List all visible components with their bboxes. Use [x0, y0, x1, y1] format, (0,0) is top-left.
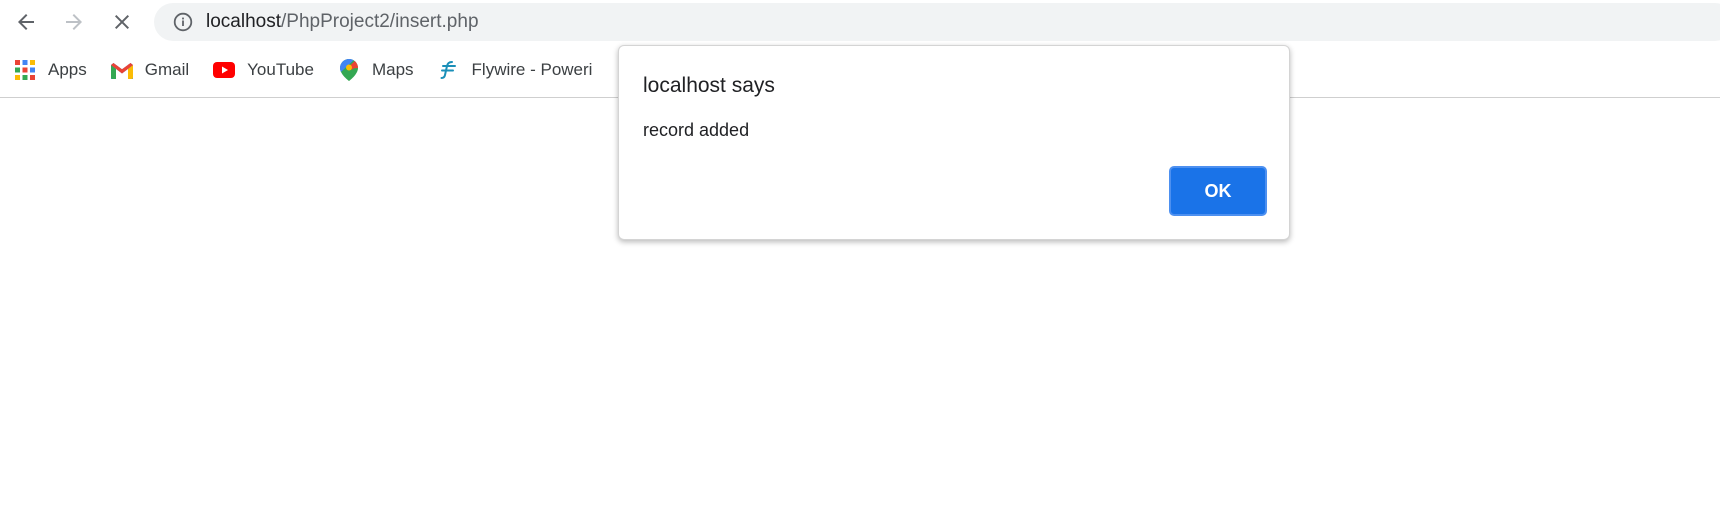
stop-button[interactable] — [106, 6, 138, 38]
maps-pin-icon — [338, 59, 360, 81]
bookmark-maps[interactable]: Maps — [324, 54, 424, 86]
url-path: /PhpProject2/insert.php — [281, 11, 479, 32]
url-host: localhost — [206, 11, 281, 32]
dialog-message: record added — [643, 120, 750, 140]
bookmark-label: Apps — [48, 60, 87, 79]
bookmark-label: YouTube — [247, 60, 314, 79]
gmail-icon — [110, 59, 133, 81]
bookmark-label: Maps — [371, 60, 414, 79]
bookmark-label: Flywire - Poweri — [471, 60, 593, 79]
close-icon — [115, 15, 129, 29]
alert-dialog: localhost says record added OK — [618, 45, 1290, 240]
arrow-left-icon — [18, 14, 34, 30]
address-bar[interactable]: localhost/PhpProject2/insert.php — [154, 3, 1720, 41]
youtube-icon — [213, 59, 236, 81]
arrow-right-icon — [66, 14, 82, 30]
back-button[interactable] — [10, 6, 42, 38]
ok-button[interactable]: OK — [1169, 166, 1267, 216]
bookmark-apps[interactable]: Apps — [0, 54, 97, 86]
url-text: localhost/PhpProject2/insert.php — [206, 11, 479, 33]
apps-grid-icon — [14, 59, 36, 81]
flywire-icon — [438, 59, 460, 81]
forward-button[interactable] — [58, 6, 90, 38]
bookmark-gmail[interactable]: Gmail — [97, 54, 199, 86]
dialog-title: localhost says — [643, 74, 775, 97]
bookmark-flywire[interactable]: Flywire - Poweri — [424, 54, 603, 86]
info-icon[interactable] — [172, 11, 194, 33]
browser-toolbar: localhost/PhpProject2/insert.php — [0, 0, 1720, 44]
bookmark-youtube[interactable]: YouTube — [199, 54, 324, 86]
bookmark-label: Gmail — [144, 60, 190, 79]
